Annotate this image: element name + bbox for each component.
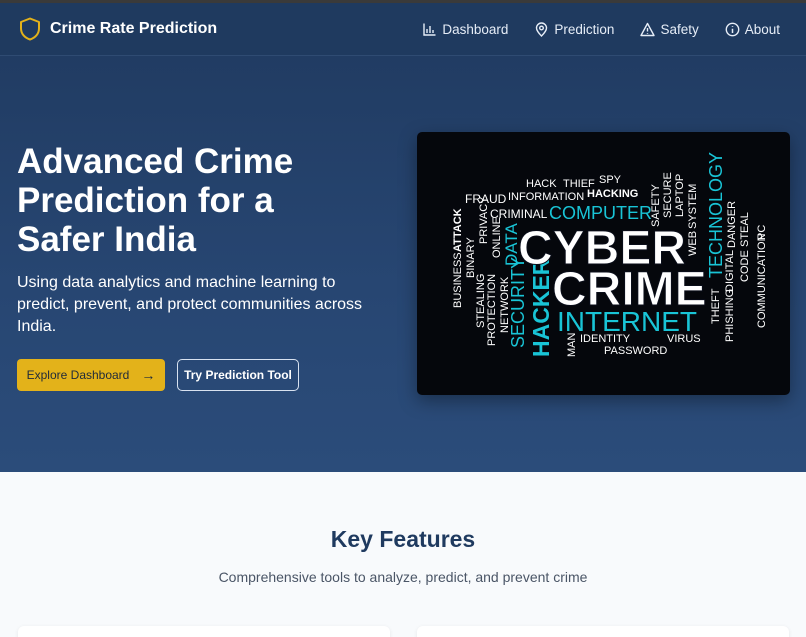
navbar: Crime Rate Prediction Dashboard Predicti… <box>0 3 806 56</box>
word-steal: STEAL <box>739 212 751 247</box>
word-danger: DANGER <box>726 201 738 248</box>
word-digital: DIGITAL <box>724 250 736 292</box>
word-virus: VIRUS <box>667 333 701 345</box>
features-section: Key Features Comprehensive tools to anal… <box>0 472 806 637</box>
hero-section: Advanced Crime Prediction for a Safer In… <box>0 56 806 472</box>
brand[interactable]: Crime Rate Prediction <box>19 17 217 41</box>
try-prediction-label: Try Prediction Tool <box>184 368 292 382</box>
word-spy: SPY <box>599 174 622 186</box>
nav-about[interactable]: About <box>725 22 780 37</box>
word-protection: PROTECTION <box>486 274 498 346</box>
nav-safety-label: Safety <box>660 22 699 37</box>
warning-triangle-icon <box>640 22 656 37</box>
word-privacy: PRIVACY <box>478 196 490 244</box>
word-web: WEB <box>687 231 699 256</box>
nav-dashboard-label: Dashboard <box>442 22 509 37</box>
word-theft: THEFT <box>710 288 722 324</box>
nav-about-label: About <box>744 22 780 37</box>
hero-subtitle: Using data analytics and machine learnin… <box>17 274 363 335</box>
hero-title: Advanced Crime Prediction for a Safer In… <box>17 142 294 259</box>
word-computer: COMPUTER <box>549 203 652 223</box>
arrow-right-icon: → <box>141 367 156 383</box>
word-laptop: LAPTOP <box>674 174 686 217</box>
word-binary: BINARY <box>465 237 477 278</box>
word-business: BUSINESS <box>452 252 464 308</box>
word-information: INFORMATION <box>508 191 584 203</box>
word-technology: TECHNOLOGY <box>706 152 726 278</box>
word-code: CODE <box>739 250 751 282</box>
word-safety: SAFETY <box>650 184 662 227</box>
features-title: Key Features <box>330 526 476 552</box>
feature-card <box>417 626 789 637</box>
info-circle-icon <box>725 22 740 37</box>
word-password: PASSWORD <box>604 345 667 357</box>
features-subtitle: Comprehensive tools to analyze, predict,… <box>218 569 588 585</box>
explore-dashboard-button[interactable]: Explore Dashboard → <box>17 359 165 391</box>
word-phishing: PHISHING <box>724 289 736 342</box>
map-pin-icon <box>536 22 548 37</box>
word-system: SYSTEM <box>687 184 699 229</box>
nav-safety[interactable]: Safety <box>640 22 699 37</box>
nav-dashboard[interactable]: Dashboard <box>422 22 508 37</box>
word-communication: COMMUNICATION <box>756 233 768 328</box>
cyber-crime-word-cloud-image: HACK THIEF SPY HACKING FRAUD INFORMATION… <box>417 132 790 395</box>
bar-chart-icon <box>423 23 436 36</box>
explore-dashboard-label: Explore Dashboard <box>26 368 130 382</box>
word-man: MAN <box>566 333 578 358</box>
word-identity: IDENTITY <box>580 333 631 345</box>
word-attack: ATTACK <box>452 208 464 252</box>
word-secure: SECURE <box>662 172 674 218</box>
nav-prediction-label: Prediction <box>554 22 615 37</box>
try-prediction-button[interactable]: Try Prediction Tool <box>177 359 299 391</box>
word-hack: HACK <box>526 178 557 190</box>
nav-prediction[interactable]: Prediction <box>534 22 614 37</box>
word-pc: PC <box>756 225 768 240</box>
word-hacking: HACKING <box>587 188 638 200</box>
nav-links: Dashboard Prediction Safety About <box>396 3 780 56</box>
shield-icon <box>20 17 40 41</box>
brand-name: Crime Rate Prediction <box>50 20 218 37</box>
feature-card <box>18 626 390 637</box>
